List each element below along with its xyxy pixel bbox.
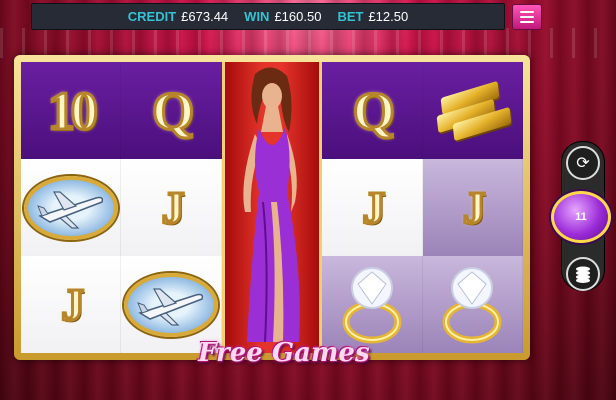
free-spin-count: 11 xyxy=(575,211,587,223)
win-value: £160.50 xyxy=(274,9,322,24)
reel-2: Q J xyxy=(121,62,222,353)
menu-icon-line xyxy=(520,11,534,13)
credit-value: £673.44 xyxy=(181,9,229,24)
bet-settings-button[interactable] xyxy=(566,257,600,291)
symbol-j: J xyxy=(21,256,122,353)
symbol-j: J xyxy=(422,159,523,256)
ten-symbol-text: 10 xyxy=(46,80,99,141)
menu-icon-line xyxy=(520,16,534,18)
win-label: WIN xyxy=(244,9,270,24)
coins-icon xyxy=(576,266,590,283)
sparkle-decoration xyxy=(0,28,616,58)
balance-bar: CREDIT £673.44 WIN £160.50 BET £12.50 xyxy=(31,3,505,30)
menu-button[interactable] xyxy=(512,4,542,30)
q-symbol-text: Q xyxy=(351,80,396,141)
diamond-ring-icon xyxy=(342,266,402,343)
symbol-q: Q xyxy=(322,62,423,159)
plane-icon xyxy=(23,175,118,240)
reel-grid: 10 J Q J Q J J xyxy=(21,62,523,353)
symbol-gold-bars xyxy=(422,62,523,159)
symbol-plane xyxy=(21,159,122,256)
credit-label: CREDIT xyxy=(127,9,177,24)
symbol-q: Q xyxy=(121,62,222,159)
plane-icon xyxy=(124,272,219,337)
win-display: WIN £160.50 xyxy=(244,9,321,24)
reel-1: 10 J xyxy=(21,62,122,353)
symbol-j: J xyxy=(322,159,423,256)
bet-label: BET xyxy=(337,9,364,24)
menu-icon-line xyxy=(520,21,534,23)
autoplay-icon: ⟳ xyxy=(576,155,590,172)
bet-display: BET £12.50 xyxy=(337,9,408,24)
diamond-ring-icon xyxy=(442,266,502,343)
gold-bars-icon xyxy=(432,80,512,141)
reel-5: J xyxy=(422,62,523,353)
symbol-j: J xyxy=(121,159,222,256)
credit-display: CREDIT £673.44 xyxy=(128,9,228,24)
spin-button[interactable]: 11 xyxy=(551,191,611,243)
j-symbol-text: J xyxy=(361,181,387,233)
j-symbol-text: J xyxy=(461,181,487,233)
wild-woman-reel xyxy=(221,62,323,353)
q-symbol-text: Q xyxy=(151,80,196,141)
reel-4: Q J xyxy=(322,62,423,353)
woman-wild-icon xyxy=(243,67,300,343)
j-symbol-text: J xyxy=(160,181,186,233)
autoplay-button[interactable]: ⟳ xyxy=(566,146,600,180)
symbol-ten: 10 xyxy=(21,62,122,159)
free-games-banner: Free Games xyxy=(198,338,370,368)
bet-value: £12.50 xyxy=(368,9,409,24)
j-symbol-text: J xyxy=(60,278,86,330)
symbol-ring xyxy=(422,256,523,353)
